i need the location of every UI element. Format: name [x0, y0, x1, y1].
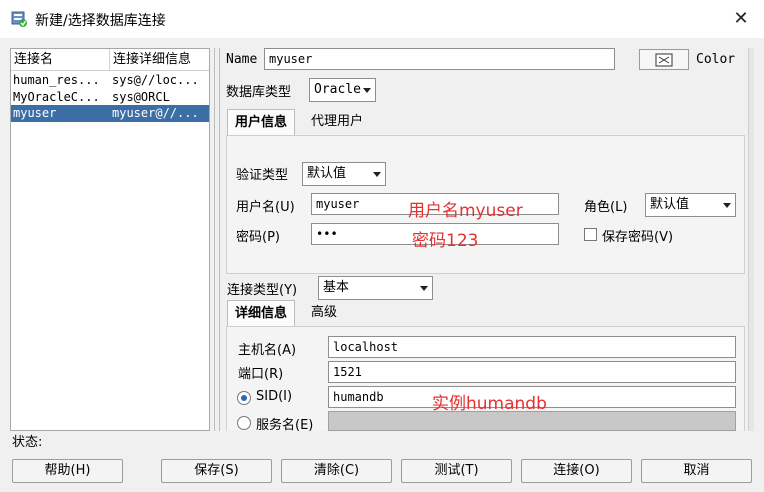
tab-advanced[interactable]: 高级 — [304, 300, 344, 326]
service-name-label: 服务名(E) — [256, 418, 314, 433]
auth-type-select[interactable]: 默认值 — [302, 162, 386, 186]
connection-name: myuser — [13, 106, 57, 120]
chevron-down-icon — [420, 286, 428, 291]
connection-detail: myuser@//... — [112, 106, 199, 120]
sid-radio[interactable] — [237, 391, 251, 405]
sid-label: SID(I) — [256, 389, 293, 404]
form-scrollbar[interactable] — [748, 48, 754, 431]
connect-button[interactable]: 连接(O) — [521, 459, 632, 483]
save-button[interactable]: 保存(S) — [161, 459, 272, 483]
port-field[interactable]: 1521 — [328, 361, 736, 383]
database-app-icon — [11, 11, 27, 27]
list-header: 连接名 连接详细信息 — [11, 49, 209, 71]
connection-detail: sys@//loc... — [112, 73, 199, 87]
username-label: 用户名(U) — [236, 200, 295, 215]
window-title: 新建/选择数据库连接 — [35, 13, 166, 29]
color-swatch-icon — [655, 53, 673, 66]
color-label: Color — [696, 52, 736, 67]
close-icon[interactable]: ✕ — [728, 6, 754, 32]
tab-proxy-user[interactable]: 代理用户 — [304, 109, 370, 135]
connection-row[interactable]: MyOracleC... sys@ORCL — [11, 89, 209, 106]
chevron-down-icon — [723, 203, 731, 208]
save-password-checkbox[interactable] — [584, 228, 597, 241]
connection-list[interactable]: 连接名 连接详细信息 human_res... sys@//loc... MyO… — [10, 48, 210, 431]
pane-splitter[interactable] — [214, 48, 220, 431]
connection-row[interactable]: human_res... sys@//loc... — [11, 72, 209, 89]
tab-details[interactable]: 详细信息 — [227, 300, 296, 326]
clear-button[interactable]: 清除(C) — [281, 459, 392, 483]
host-label: 主机名(A) — [238, 343, 297, 358]
service-name-field[interactable] — [328, 411, 736, 431]
username-annotation: 用户名myuser — [408, 201, 523, 221]
chevron-down-icon — [363, 88, 371, 93]
conn-type-value: 基本 — [323, 280, 350, 295]
role-value: 默认值 — [650, 197, 690, 212]
dbtype-select[interactable]: Oracle — [309, 78, 376, 102]
service-name-radio[interactable] — [237, 416, 251, 430]
color-picker-button[interactable] — [639, 49, 689, 70]
help-button[interactable]: 帮助(H) — [12, 459, 123, 483]
auth-type-label: 验证类型 — [236, 168, 289, 183]
column-header-connection-detail[interactable]: 连接详细信息 — [110, 49, 209, 71]
connection-name: human_res... — [13, 73, 100, 87]
tab-user-info[interactable]: 用户信息 — [227, 109, 296, 135]
chevron-down-icon — [373, 172, 381, 177]
password-label: 密码(P) — [236, 230, 280, 245]
connection-detail: sys@ORCL — [112, 90, 170, 104]
column-header-connection-name[interactable]: 连接名 — [11, 49, 110, 71]
cancel-button[interactable]: 取消 — [641, 459, 752, 483]
password-annotation: 密码123 — [412, 231, 479, 251]
save-password-label: 保存密码(V) — [602, 230, 674, 245]
name-field[interactable]: myuser — [264, 48, 615, 70]
test-button[interactable]: 测试(T) — [401, 459, 512, 483]
connection-row-selected[interactable]: myuser myuser@//... — [11, 105, 209, 122]
role-label: 角色(L) — [584, 200, 628, 215]
host-field[interactable]: localhost — [328, 336, 736, 358]
name-label: Name — [226, 52, 258, 67]
dbtype-label: 数据库类型 — [226, 85, 292, 100]
status-label: 状态: — [12, 435, 43, 450]
dbtype-value: Oracle — [314, 82, 361, 97]
port-label: 端口(R) — [238, 367, 284, 382]
role-select[interactable]: 默认值 — [645, 193, 736, 217]
connection-name: MyOracleC... — [13, 90, 100, 104]
auth-type-value: 默认值 — [307, 166, 347, 181]
conn-type-label: 连接类型(Y) — [227, 283, 298, 298]
conn-type-select[interactable]: 基本 — [318, 276, 433, 300]
